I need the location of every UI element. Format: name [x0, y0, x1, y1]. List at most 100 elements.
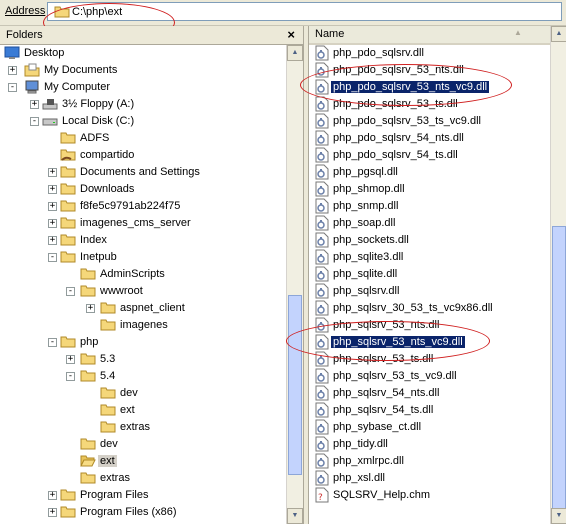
tree-node[interactable]: - My Computer [0, 79, 286, 96]
scroll-thumb[interactable] [552, 226, 566, 511]
file-name[interactable]: php_snmp.dll [331, 200, 400, 212]
tree-node-label[interactable]: imagenes_cms_server [78, 217, 193, 229]
collapse-icon[interactable]: - [48, 338, 57, 347]
tree-node[interactable]: extras [0, 470, 286, 487]
tree-node-label[interactable]: 3½ Floppy (A:) [60, 98, 136, 110]
file-item[interactable]: php_sqlsrv_53_nts.dll [315, 317, 545, 334]
tree-node[interactable]: +5.3 [0, 351, 286, 368]
file-name[interactable]: php_pgsql.dll [331, 166, 400, 178]
tree-node-label[interactable]: 5.3 [98, 353, 117, 365]
scroll-thumb[interactable] [288, 295, 302, 475]
file-name[interactable]: php_shmop.dll [331, 183, 407, 195]
file-name[interactable]: php_sqlsrv_54_nts.dll [331, 387, 441, 399]
close-icon[interactable]: × [287, 27, 295, 42]
file-name[interactable]: php_sqlite.dll [331, 268, 399, 280]
tree-node-label[interactable]: imagenes [118, 319, 170, 331]
file-name[interactable]: php_pdo_sqlsrv_53_ts.dll [331, 98, 460, 110]
tree-node-label[interactable]: Program Files (x86) [78, 506, 179, 518]
expand-icon[interactable]: + [48, 236, 57, 245]
file-item[interactable]: php_sqlsrv_30_53_ts_vc9x86.dll [315, 300, 545, 317]
file-item[interactable]: php_sqlsrv_53_ts.dll [315, 351, 545, 368]
tree-node[interactable]: + imagenes_cms_server [0, 215, 286, 232]
file-item[interactable]: ? SQLSRV_Help.chm [315, 487, 545, 504]
file-name[interactable]: php_sqlsrv_54_ts.dll [331, 404, 435, 416]
tree-node[interactable]: + Program Files [0, 487, 286, 504]
file-item[interactable]: php_pgsql.dll [315, 164, 545, 181]
file-name[interactable]: php_sqlite3.dll [331, 251, 405, 263]
file-name[interactable]: php_pdo_sqlsrv_53_nts.dll [331, 64, 466, 76]
tree-node[interactable]: + My Documents [0, 62, 286, 79]
file-name[interactable]: php_sybase_ct.dll [331, 421, 423, 433]
expand-icon[interactable]: + [86, 304, 95, 313]
tree-node-label[interactable]: extras [98, 472, 132, 484]
tree-node[interactable]: + f8fe5c9791ab224f75 [0, 198, 286, 215]
file-item[interactable]: php_pdo_sqlsrv_53_ts.dll [315, 96, 545, 113]
files-scrollbar[interactable]: ▲ ▼ [550, 26, 566, 524]
tree-node-label[interactable]: Downloads [78, 183, 136, 195]
tree-node[interactable]: + Program Files (x86) [0, 504, 286, 521]
file-item[interactable]: php_soap.dll [315, 215, 545, 232]
file-name[interactable]: SQLSRV_Help.chm [331, 489, 432, 501]
tree-node-label[interactable]: compartido [78, 149, 136, 161]
tree-node-label[interactable]: Local Disk (C:) [60, 115, 136, 127]
expand-icon[interactable]: + [48, 219, 57, 228]
collapse-icon[interactable]: - [30, 117, 39, 126]
file-name[interactable]: php_sqlsrv_53_ts.dll [331, 353, 435, 365]
file-item[interactable]: php_pdo_sqlsrv_53_nts_vc9.dll [315, 79, 545, 96]
expand-icon[interactable]: + [48, 202, 57, 211]
tree-node[interactable]: Desktop [0, 45, 286, 62]
file-name[interactable]: php_xmlrpc.dll [331, 455, 406, 467]
file-item[interactable]: php_pdo_sqlsrv_53_ts_vc9.dll [315, 113, 545, 130]
file-name[interactable]: php_pdo_sqlsrv_53_nts_vc9.dll [329, 80, 491, 94]
tree-node[interactable]: - php [0, 334, 286, 351]
file-name[interactable]: php_sqlsrv.dll [331, 285, 401, 297]
file-item[interactable]: php_pdo_sqlsrv.dll [315, 45, 545, 62]
file-name[interactable]: php_soap.dll [331, 217, 397, 229]
tree-node-label[interactable]: aspnet_client [118, 302, 187, 314]
tree-node-label[interactable]: My Computer [42, 81, 112, 93]
file-item[interactable]: php_sqlsrv_54_ts.dll [315, 402, 545, 419]
file-item[interactable]: php_sqlite.dll [315, 266, 545, 283]
tree-node-label[interactable]: Documents and Settings [78, 166, 202, 178]
file-item[interactable]: php_sqlite3.dll [315, 249, 545, 266]
file-name[interactable]: php_tidy.dll [331, 438, 390, 450]
file-item[interactable]: php_snmp.dll [315, 198, 545, 215]
scroll-up-icon[interactable]: ▲ [287, 45, 303, 61]
tree-node[interactable]: + Documents and Settings [0, 164, 286, 181]
tree-node-label[interactable]: Index [78, 234, 109, 246]
tree-node[interactable]: ext [0, 402, 286, 419]
file-item[interactable]: php_sqlsrv_53_ts_vc9.dll [315, 368, 545, 385]
file-name[interactable]: php_sqlsrv_53_nts_vc9.dll [330, 335, 466, 349]
tree-node-label[interactable]: f8fe5c9791ab224f75 [78, 200, 182, 212]
tree-node-label[interactable]: Program Files [78, 489, 150, 501]
tree-node-label[interactable]: Desktop [22, 47, 66, 59]
expand-icon[interactable]: + [30, 100, 39, 109]
tree-node-label[interactable]: wwwroot [98, 285, 145, 297]
file-name[interactable]: php_pdo_sqlsrv_53_ts_vc9.dll [331, 115, 483, 127]
tree-node[interactable]: + Downloads [0, 181, 286, 198]
scroll-down-icon[interactable]: ▼ [551, 508, 566, 524]
tree-node[interactable]: imagenes [0, 317, 286, 334]
tree-node-label[interactable]: dev [98, 438, 120, 450]
expand-icon[interactable]: + [48, 491, 57, 500]
tree-node-label[interactable]: My Documents [42, 64, 119, 76]
file-name[interactable]: php_sqlsrv_53_ts_vc9.dll [331, 370, 459, 382]
tree-node-label[interactable]: AdminScripts [98, 268, 167, 280]
file-name[interactable]: php_sqlsrv_53_nts.dll [331, 319, 441, 331]
expand-icon[interactable]: + [48, 508, 57, 517]
collapse-icon[interactable]: - [66, 287, 75, 296]
tree-node-label[interactable]: ext [118, 404, 137, 416]
file-name[interactable]: php_sqlsrv_30_53_ts_vc9x86.dll [331, 302, 495, 314]
tree-node[interactable]: dev [0, 385, 286, 402]
file-item[interactable]: php_sqlsrv_54_nts.dll [315, 385, 545, 402]
file-item[interactable]: php_shmop.dll [315, 181, 545, 198]
tree-node[interactable]: extras [0, 419, 286, 436]
file-item[interactable]: php_sqlsrv_53_nts_vc9.dll [315, 334, 545, 351]
tree-node[interactable]: dev [0, 436, 286, 453]
file-name[interactable]: php_pdo_sqlsrv_54_nts.dll [331, 132, 466, 144]
tree-node[interactable]: ext [0, 453, 286, 470]
file-item[interactable]: php_sqlsrv.dll [315, 283, 545, 300]
column-header-name[interactable]: Name ▲ [309, 26, 551, 45]
file-item[interactable]: php_pdo_sqlsrv_54_nts.dll [315, 130, 545, 147]
tree-node[interactable]: AdminScripts [0, 266, 286, 283]
